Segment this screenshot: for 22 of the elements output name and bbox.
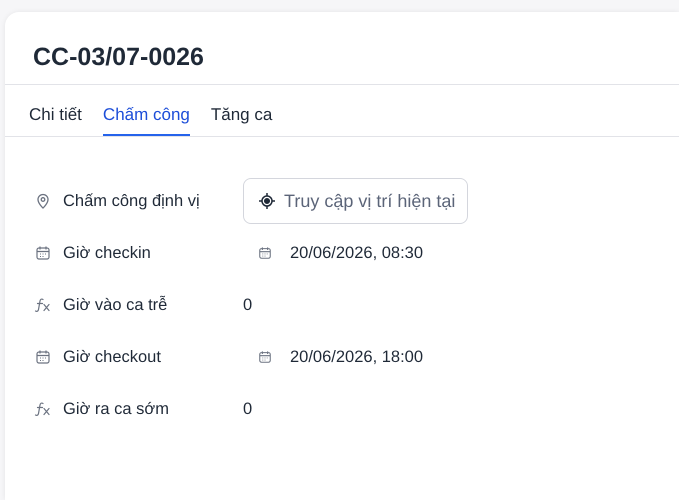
- field-label: Giờ vào ca trễ: [63, 296, 168, 314]
- field-label: Giờ checkout: [63, 348, 162, 366]
- field-label: Giờ ra ca sớm: [63, 400, 170, 418]
- location-pin-icon: [35, 193, 51, 209]
- field-label: Chấm công định vị: [63, 192, 201, 210]
- tab[interactable]: Tăng ca: [210, 105, 272, 136]
- field-value: 0: [243, 296, 252, 314]
- calendar-icon: [35, 245, 51, 261]
- field-value: 20/06/2026, 18:00: [290, 348, 424, 366]
- record-title: CC-03/07-0026: [5, 12, 679, 85]
- field-value: 0: [243, 400, 252, 418]
- calendar-icon: [258, 350, 272, 364]
- function-icon: [34, 297, 52, 313]
- tab[interactable]: Chấm công: [102, 105, 190, 136]
- calendar-icon: [258, 246, 272, 260]
- target-icon: [258, 192, 276, 210]
- field-label: Giờ checkin: [63, 244, 152, 262]
- calendar-icon: [35, 349, 51, 365]
- function-icon: [34, 401, 52, 417]
- tab[interactable]: Chi tiết: [29, 105, 82, 136]
- field-value: 20/06/2026, 08:30: [290, 244, 424, 262]
- current-location-button[interactable]: Truy cập vị trí hiện tại: [243, 178, 468, 224]
